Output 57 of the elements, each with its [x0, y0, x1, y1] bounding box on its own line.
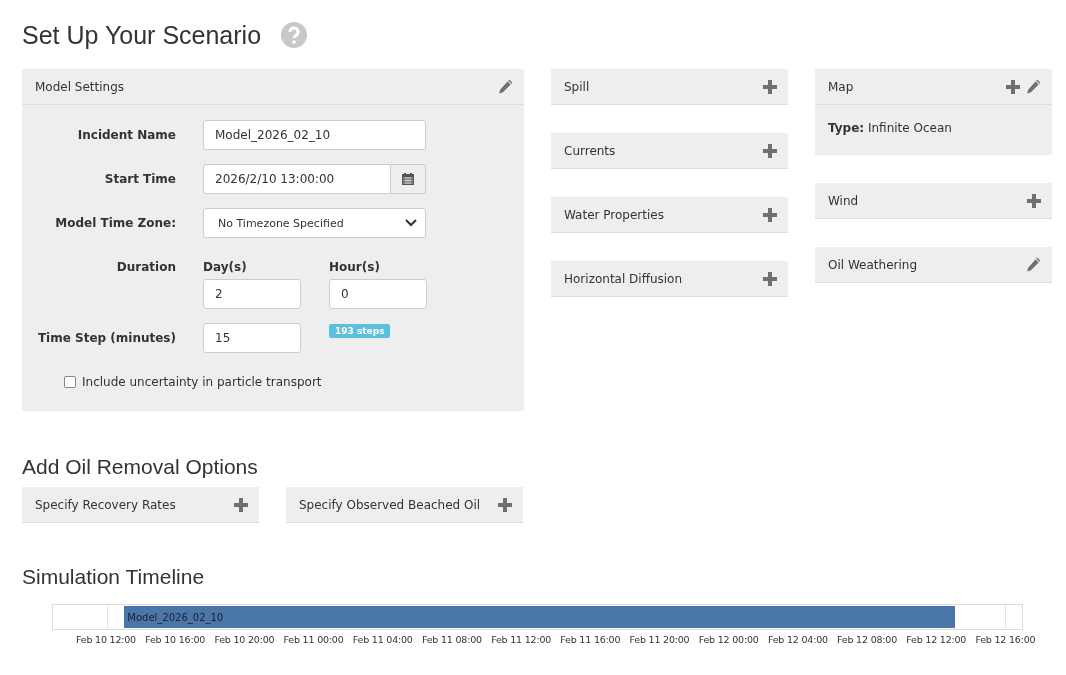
axis-tick-label: Feb 10 12:00 [75, 634, 137, 645]
checkbox[interactable] [64, 376, 76, 388]
page-title: Set Up Your Scenario [22, 20, 262, 50]
section-title: Add Oil Removal Options [22, 455, 259, 479]
input-field[interactable]: 15 [203, 323, 301, 353]
panel-title: Specify Recovery Rates [35, 497, 176, 512]
axis-tick-label: Feb 10 16:00 [144, 634, 207, 645]
panel-title: Oil Weathering [828, 257, 917, 272]
axis-tick-label: Feb 12 16:00 [974, 634, 1037, 645]
panel-title: Specify Observed Beached Oil [299, 497, 481, 512]
field-label: Model Time Zone: [55, 216, 176, 230]
pencil-icon[interactable] [1025, 256, 1042, 273]
axis-tick-label: Feb 12 00:00 [697, 634, 760, 645]
plus-icon[interactable] [762, 78, 778, 95]
input-field[interactable]: 2026/2/10 13:00:00 [203, 164, 391, 194]
plus-icon[interactable] [1026, 192, 1042, 209]
field-label: Day(s) [203, 260, 248, 274]
select-field[interactable]: No Timezone Specified [203, 208, 426, 238]
axis-tick-label: Feb 11 16:00 [559, 634, 622, 645]
axis-tick-label: Feb 12 08:00 [836, 634, 898, 645]
panel-title: Spill [564, 79, 590, 94]
pencil-icon[interactable] [1025, 78, 1042, 95]
axis-tick-label: Feb 10 20:00 [213, 634, 276, 645]
plus-icon[interactable] [1005, 78, 1021, 95]
pencil-icon[interactable] [497, 78, 514, 95]
panel-title: Horizontal Diffusion [564, 271, 683, 286]
field-label: Start Time [104, 172, 176, 186]
panel-title: Model Settings [35, 79, 125, 94]
axis-tick-label: Feb 12 12:00 [905, 634, 968, 645]
field-label: Incident Name [77, 128, 176, 142]
axis-tick-label: Feb 11 20:00 [628, 634, 691, 645]
calendar-button[interactable] [391, 164, 426, 194]
axis-tick-label: Feb 11 00:00 [282, 634, 345, 645]
calendar-icon [402, 173, 414, 185]
field-label: Time Step (minutes) [37, 331, 176, 345]
input-field[interactable]: 2 [203, 279, 301, 309]
field-label: Hour(s) [329, 260, 381, 274]
panel-title: Map [828, 79, 854, 94]
checkbox-label: Include uncertainty in particle transport [82, 375, 322, 389]
plus-icon[interactable] [497, 496, 513, 513]
panel-title: Wind [828, 193, 859, 208]
input-field[interactable]: Model_2026_02_10 [203, 120, 426, 150]
panel-title: Currents [564, 143, 616, 158]
panel-title: Water Properties [564, 207, 664, 222]
axis-tick-label: Feb 12 04:00 [766, 634, 829, 645]
input-field[interactable]: 0 [329, 279, 427, 309]
axis-tick-label: Feb 11 12:00 [490, 634, 553, 645]
plus-icon[interactable] [233, 496, 249, 513]
axis-tick-label: Feb 11 04:00 [351, 634, 414, 645]
plus-icon[interactable] [762, 270, 778, 287]
axis-tick-label: Feb 11 08:00 [420, 634, 483, 645]
chevron-down-icon [405, 219, 417, 227]
field-label: Duration [116, 260, 176, 274]
steps-badge: 193 steps [329, 324, 391, 338]
section-title: Simulation Timeline [22, 565, 206, 589]
plus-icon[interactable] [762, 206, 778, 223]
plus-icon[interactable] [762, 142, 778, 159]
